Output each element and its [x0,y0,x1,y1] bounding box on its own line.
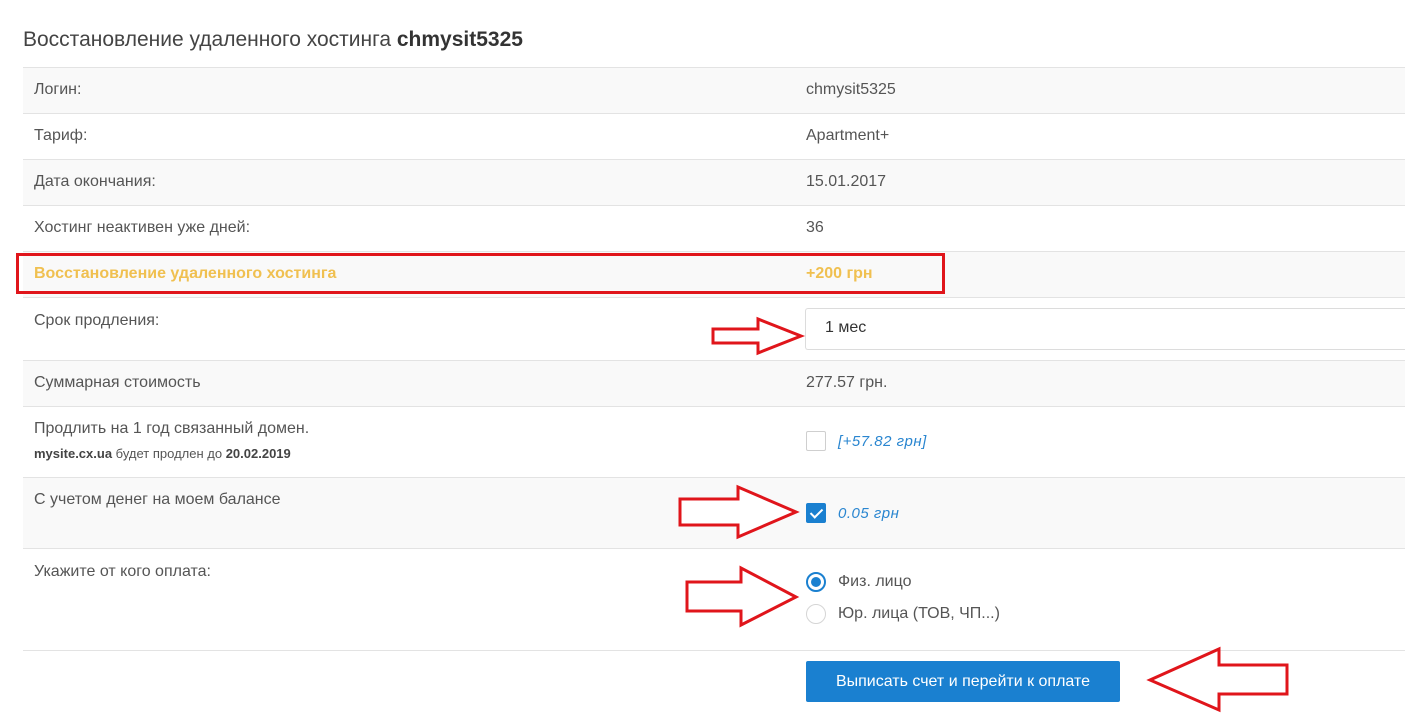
radio-individual[interactable] [806,572,826,592]
row-inactive-days: Хостинг неактивен уже дней: 36 [23,205,1405,251]
login-label: Логин: [34,81,82,98]
radio-legal[interactable] [806,604,826,624]
payer-radio-group: Физ. лицо Юр. лица (ТОВ, ЧП...) [806,549,1405,650]
payer-option-individual[interactable]: Физ. лицо [806,566,1405,598]
total-label: Суммарная стоимость [34,374,201,391]
period-select[interactable]: 1 мес [805,308,1405,350]
arrow-left-icon [1146,646,1289,713]
annotation-highlight-box [16,253,945,294]
payer-option-legal[interactable]: Юр. лица (ТОВ, ЧП...) [806,598,1405,630]
row-total: Суммарная стоимость 277.57 грн. [23,360,1405,406]
domain-renew-checkbox[interactable] [806,431,826,451]
row-login: Логин: chmysit5325 [23,67,1405,113]
radio-individual-label[interactable]: Физ. лицо [838,573,911,591]
end-date-label: Дата окончания: [34,173,156,190]
domain-price: [+57.82 грн] [838,432,927,450]
domain-name: mysite.cx.ua [34,446,113,461]
page-title: Восстановление удаленного хостинга chmys… [23,28,523,52]
row-end-date: Дата окончания: 15.01.2017 [23,159,1405,205]
domain-label: Продлить на 1 год связанный домен. [34,420,310,437]
use-balance-checkbox[interactable] [806,503,826,523]
period-label: Срок продления: [34,312,160,329]
domain-renew-date: 20.02.2019 [225,446,291,461]
inactive-days-value: 36 [806,219,824,236]
login-value: chmysit5325 [806,81,896,98]
domain-note-text: будет продлен до [115,446,223,461]
hosting-details-table: Логин: chmysit5325 Тариф: Apartment+ Дат… [23,67,1405,650]
issue-invoice-button[interactable]: Выписать счет и перейти к оплате [806,661,1120,702]
title-login: chmysit5325 [396,28,523,51]
title-text: Восстановление удаленного хостинга [23,28,391,51]
row-domain: Продлить на 1 год связанный домен. mysit… [23,406,1405,477]
row-tariff: Тариф: Apartment+ [23,113,1405,159]
annotation-arrows [678,316,1289,713]
domain-note: mysite.cx.ua будет продлен до 20.02.2019 [34,446,806,461]
tariff-label: Тариф: [34,127,88,144]
radio-legal-label[interactable]: Юр. лица (ТОВ, ЧП...) [838,605,1000,623]
tariff-value: Apartment+ [806,127,890,144]
table-bottom-divider [23,650,1405,651]
total-value: 277.57 грн. [806,374,888,391]
end-date-value: 15.01.2017 [806,173,887,190]
balance-amount: 0.05 грн [838,504,900,522]
inactive-days-label: Хостинг неактивен уже дней: [34,219,251,236]
